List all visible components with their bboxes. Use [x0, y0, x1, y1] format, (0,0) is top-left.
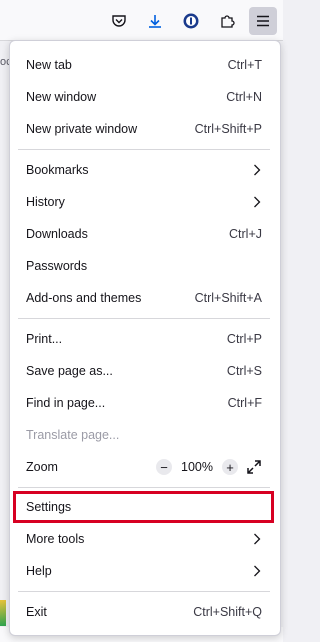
download-icon[interactable]	[141, 7, 169, 35]
fullscreen-icon[interactable]	[246, 459, 262, 475]
app-menu-panel: New tab Ctrl+T New window Ctrl+N New pri…	[9, 40, 281, 636]
settings-highlight-box	[13, 491, 274, 523]
menu-item-zoom: Zoom − 100% +	[16, 452, 272, 482]
menu-item-history[interactable]: History	[16, 187, 272, 217]
menu-item-label: New tab	[26, 58, 72, 72]
menu-item-shortcut: Ctrl+T	[227, 58, 262, 72]
menu-item-find-in-page[interactable]: Find in page... Ctrl+F	[16, 388, 272, 418]
menu-item-shortcut: Ctrl+F	[227, 396, 262, 410]
menu-separator	[18, 149, 270, 150]
menu-item-new-window[interactable]: New window Ctrl+N	[16, 82, 272, 112]
menu-item-label: New private window	[26, 122, 138, 136]
menu-item-help[interactable]: Help	[16, 556, 272, 586]
extensions-icon[interactable]	[213, 7, 241, 35]
menu-item-label: Help	[26, 564, 52, 578]
menu-item-label: Find in page...	[26, 396, 106, 410]
zoom-label: Zoom	[26, 460, 58, 474]
menu-item-downloads[interactable]: Downloads Ctrl+J	[16, 219, 272, 249]
hamburger-menu-icon[interactable]	[249, 7, 277, 35]
menu-item-exit[interactable]: Exit Ctrl+Shift+Q	[16, 597, 272, 627]
password-manager-icon[interactable]	[177, 7, 205, 35]
pocket-icon[interactable]	[105, 7, 133, 35]
browser-toolbar	[0, 0, 283, 41]
menu-item-shortcut: Ctrl+P	[226, 332, 262, 346]
menu-separator	[18, 318, 270, 319]
menu-item-label: Downloads	[26, 227, 88, 241]
menu-item-shortcut: Ctrl+Shift+A	[194, 291, 262, 305]
menu-item-passwords[interactable]: Passwords	[16, 251, 272, 281]
zoom-reset-button[interactable]: 100%	[180, 460, 214, 474]
menu-item-shortcut: Ctrl+J	[229, 227, 262, 241]
menu-item-new-private-window[interactable]: New private window Ctrl+Shift+P	[16, 114, 272, 144]
menu-item-label: New window	[26, 90, 97, 104]
chevron-right-icon	[254, 533, 261, 545]
menu-item-label: History	[26, 195, 65, 209]
menu-item-label: Translate page...	[26, 428, 120, 442]
menu-item-new-tab[interactable]: New tab Ctrl+T	[16, 50, 272, 80]
chevron-right-icon	[254, 196, 261, 208]
zoom-out-button[interactable]: −	[156, 459, 172, 475]
menu-item-print[interactable]: Print... Ctrl+P	[16, 324, 272, 354]
menu-item-label: More tools	[26, 532, 85, 546]
zoom-in-button[interactable]: +	[222, 459, 238, 475]
zoom-controls: − 100% +	[156, 459, 262, 475]
menu-item-translate-page: Translate page...	[16, 420, 272, 450]
menu-item-shortcut: Ctrl+N	[226, 90, 262, 104]
menu-item-bookmarks[interactable]: Bookmarks	[16, 155, 272, 185]
menu-item-label: Bookmarks	[26, 163, 89, 177]
menu-item-shortcut: Ctrl+Shift+Q	[193, 605, 262, 619]
chevron-right-icon	[254, 565, 261, 577]
chevron-right-icon	[254, 164, 261, 176]
menu-item-label: Exit	[26, 605, 47, 619]
menu-item-shortcut: Ctrl+Shift+P	[194, 122, 262, 136]
menu-separator	[18, 487, 270, 488]
menu-item-label: Add-ons and themes	[26, 291, 142, 305]
menu-item-addons-themes[interactable]: Add-ons and themes Ctrl+Shift+A	[16, 283, 272, 313]
menu-item-save-page-as[interactable]: Save page as... Ctrl+S	[16, 356, 272, 386]
menu-item-label: Save page as...	[26, 364, 113, 378]
menu-item-more-tools[interactable]: More tools	[16, 524, 272, 554]
menu-item-label: Passwords	[26, 259, 88, 273]
menu-separator	[18, 591, 270, 592]
page-content-edge	[0, 600, 6, 626]
menu-item-label: Print...	[26, 332, 63, 346]
menu-item-shortcut: Ctrl+S	[226, 364, 262, 378]
